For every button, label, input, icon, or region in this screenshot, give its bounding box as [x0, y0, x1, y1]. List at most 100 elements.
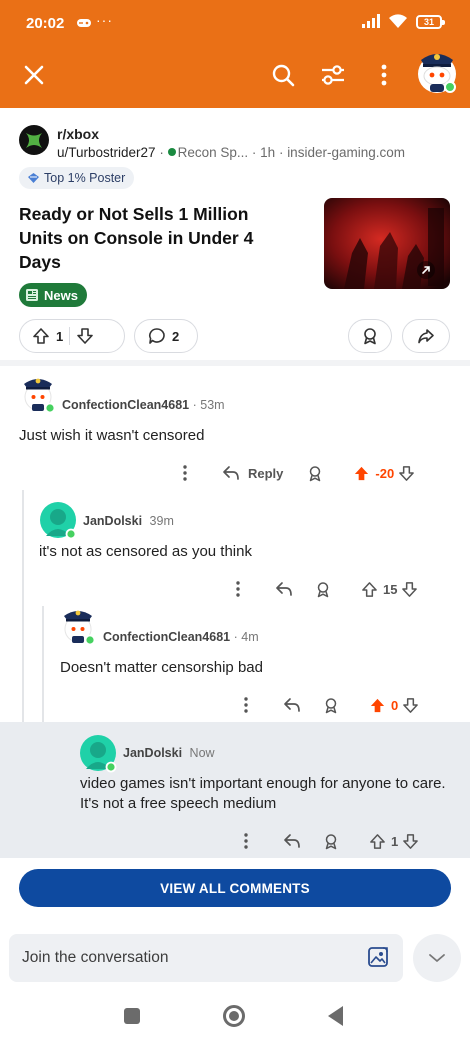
comment-username[interactable]: JanDolski: [123, 746, 182, 760]
system-nav-bar: [0, 992, 470, 1043]
comment-body: video games isn't important enough for a…: [80, 775, 446, 812]
badge-icon: [28, 173, 39, 183]
comment-meta: ConfectionClean4681 · 53m: [62, 398, 225, 412]
post-domain[interactable]: insider-gaming.com: [287, 145, 405, 160]
meta-separator: ·: [251, 145, 261, 160]
comment-meta: JanDolski Now: [123, 746, 215, 760]
comment-avatar[interactable]: [18, 373, 58, 414]
award-icon: [364, 328, 376, 345]
app-header: 20:02 ··· 31: [0, 0, 470, 108]
gamepad-icon: [76, 16, 92, 31]
share-icon: [418, 329, 434, 344]
comment-body: Doesn't matter censorship bad: [60, 659, 263, 676]
post-meta: u/Turbostrider27 · Recon Sp... · 1h · in…: [57, 145, 405, 160]
signal-icon: [362, 14, 382, 33]
comment-body: Just wish it wasn't censored: [19, 427, 205, 444]
author-flair: Recon Sp...: [177, 145, 249, 160]
downvote-icon[interactable]: [402, 833, 419, 850]
upvote-icon[interactable]: [32, 327, 50, 345]
comment-composer[interactable]: Join the conversation: [9, 934, 403, 982]
downvote-icon[interactable]: [398, 465, 415, 482]
downvote-icon[interactable]: [401, 581, 418, 598]
meta-separator: ·: [159, 145, 168, 160]
comment-body: it's not as censored as you think: [39, 543, 252, 560]
search-icon[interactable]: [268, 60, 298, 90]
image-icon[interactable]: [367, 946, 389, 973]
reply-icon[interactable]: [275, 581, 293, 597]
post-divider: [0, 360, 470, 366]
badge-label: Top 1% Poster: [44, 171, 126, 185]
status-dots: ···: [96, 12, 113, 28]
upvote-icon[interactable]: [361, 581, 378, 598]
post-comment-count: 2: [172, 328, 180, 344]
comment-vote-count: 1: [391, 833, 399, 849]
newspaper-icon: [26, 289, 38, 301]
battery-indicator: 31: [416, 15, 445, 29]
comment-count-button[interactable]: 2: [134, 319, 198, 353]
reply-icon[interactable]: [283, 697, 301, 713]
post-vote-control: 1: [19, 319, 125, 353]
home-icon[interactable]: [223, 1005, 245, 1027]
comment-username[interactable]: ConfectionClean4681: [62, 398, 189, 412]
post-age: 1h: [260, 145, 276, 160]
post-title[interactable]: Ready or Not Sells 1 Million Units on Co…: [19, 202, 289, 274]
back-icon[interactable]: [328, 1006, 343, 1026]
comment-avatar[interactable]: [78, 733, 118, 773]
downvote-icon[interactable]: [402, 697, 419, 714]
upvote-icon[interactable]: [353, 465, 370, 482]
comment-actions: 15: [229, 577, 449, 601]
composer-placeholder: Join the conversation: [22, 949, 169, 966]
subreddit-name[interactable]: r/xbox: [57, 126, 99, 142]
more-vertical-icon[interactable]: [369, 60, 399, 90]
reply-icon: [223, 466, 239, 480]
flair-label: News: [44, 287, 78, 303]
award-icon[interactable]: [323, 833, 339, 850]
chevron-down-icon: [429, 954, 445, 962]
pill-divider: [69, 327, 71, 345]
reply-icon[interactable]: [283, 833, 301, 849]
wifi-icon: [388, 13, 408, 34]
meta-separator: ·: [278, 145, 288, 160]
award-icon[interactable]: [323, 697, 339, 714]
close-icon[interactable]: [19, 60, 49, 90]
share-button[interactable]: [402, 319, 450, 353]
status-time: 20:02: [26, 15, 65, 32]
comment-actions: 0: [237, 693, 449, 717]
post-vote-count: 1: [56, 328, 64, 344]
comment-avatar[interactable]: [58, 605, 98, 646]
status-bar: 20:02 ··· 31: [0, 0, 470, 46]
recent-apps-icon[interactable]: [124, 1008, 140, 1024]
comment-vote-count: -20: [375, 465, 395, 481]
comment-username[interactable]: JanDolski: [83, 514, 142, 528]
top-poster-badge: Top 1% Poster: [19, 167, 135, 189]
xbox-logo-icon[interactable]: [19, 125, 49, 155]
user-avatar[interactable]: [414, 46, 460, 96]
more-vertical-icon[interactable]: [237, 833, 255, 849]
comment-time: 39m: [149, 514, 174, 528]
comment-icon: [149, 328, 165, 344]
upvote-icon[interactable]: [369, 697, 386, 714]
comment-meta: JanDolski 39m: [83, 514, 174, 528]
comment-username[interactable]: ConfectionClean4681: [103, 630, 230, 644]
filter-icon[interactable]: [318, 60, 348, 90]
reply-label: Reply: [248, 465, 284, 481]
post-flair[interactable]: News: [19, 283, 87, 307]
view-all-comments-button[interactable]: VIEW ALL COMMENTS: [19, 869, 451, 907]
comment-time: Now: [189, 746, 215, 760]
award-icon[interactable]: [315, 581, 331, 598]
more-vertical-icon[interactable]: [229, 581, 247, 597]
comment-actions: Reply -20: [176, 461, 446, 485]
post-thumbnail[interactable]: [324, 198, 450, 289]
more-vertical-icon[interactable]: [176, 465, 194, 481]
collapse-button[interactable]: [413, 934, 461, 982]
comment-vote-count: 0: [391, 697, 399, 713]
comment-avatar[interactable]: [38, 500, 78, 540]
award-button[interactable]: [348, 319, 392, 353]
post-author[interactable]: u/Turbostrider27: [57, 145, 156, 160]
upvote-icon[interactable]: [369, 833, 386, 850]
downvote-icon[interactable]: [76, 327, 94, 345]
reply-button[interactable]: Reply: [222, 465, 283, 481]
more-vertical-icon[interactable]: [237, 697, 255, 713]
award-icon[interactable]: [307, 465, 323, 482]
flair-dot-icon: [167, 148, 176, 156]
